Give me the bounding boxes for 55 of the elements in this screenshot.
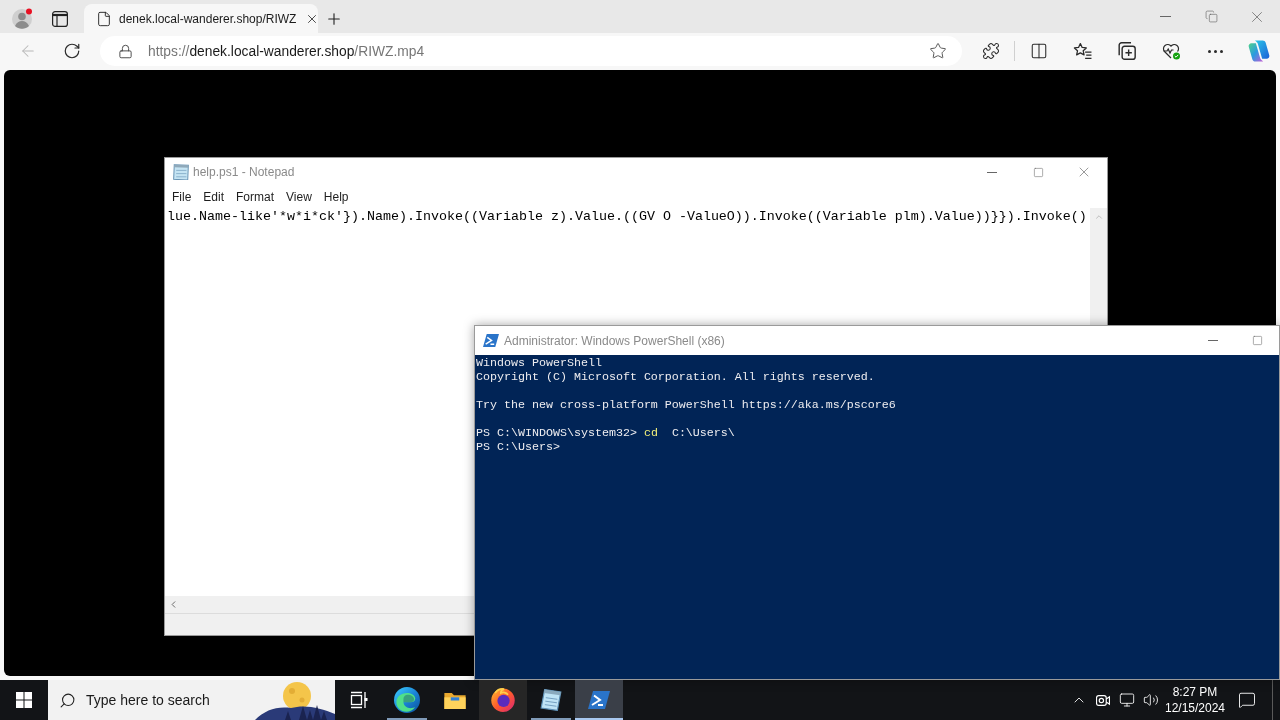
windows-logo-icon [16,692,32,708]
clock-time[interactable]: 8:27 PM [1172,684,1218,700]
edge-logo-icon [394,687,420,713]
camera-icon [1096,694,1110,706]
more-icon [1207,49,1223,53]
puzzle-icon [982,42,1000,60]
menu-item[interactable]: View [280,187,318,207]
search-field[interactable]: Type here to search [48,680,335,720]
window-title: help.ps1 - Notepad [193,165,295,179]
window-layout-icon [52,10,68,27]
firefox-logo-icon [491,688,515,712]
gradient-logo-icon [1248,40,1270,62]
minimize-icon [1159,16,1171,17]
browser-tab[interactable]: denek.local-wanderer.shop/RIWZ [84,4,318,33]
scroll-up-icon [1093,212,1104,222]
notepad-icon [173,164,189,180]
folder-icon [444,691,466,709]
console-line: Windows PowerShell [476,356,603,370]
profile-avatar-icon [11,7,33,30]
heart-pulse-icon [1161,41,1181,61]
minimize-icon [1208,340,1218,341]
console-line: Try the new cross-platform PowerShell https://aka.ms/pscore6 [476,398,897,412]
minimize-icon [987,171,997,173]
menu-item[interactable]: File [166,187,198,207]
console-line: Copyright (C) Microsoft Corporation. All rights reserved. [476,370,876,384]
monitor-icon [1119,692,1135,708]
refresh-icon [63,42,81,60]
volume-icon [1143,692,1159,708]
lock-icon [118,43,133,59]
maximize-icon [1251,335,1263,346]
split-screen-icon [1030,42,1048,60]
code-line: lue.Name-like'*w*i*ck'}).Name).Invoke((Variable z).Value.((GV O -ValueO)).Invoke((Variable plm).Value))}}).Invoke() [167,208,1088,225]
notifications-icon [1238,691,1256,709]
clock-date[interactable]: 12/15/2024 [1164,700,1226,716]
menu-item[interactable]: Edit [197,187,231,207]
window-title: Administrator: Windows PowerShell (x86) [504,333,725,348]
powershell-icon [588,691,610,709]
console-line: PS C:\WINDOWS\system32> cd C:\Users\ [476,426,736,440]
taskbar-app-button[interactable] [575,680,623,720]
stacked-squares-plus-icon [1118,42,1136,60]
console-line: PS C:\Users> [476,440,561,454]
star-icon [929,42,947,60]
address-bar[interactable]: https://denek.local-wanderer.shop/RIWZ.mp4 [100,36,962,66]
taskbar-app-button[interactable] [479,680,527,720]
restore-icon [1204,10,1218,23]
search-icon [59,691,76,709]
url-text[interactable]: https://denek.local-wanderer.shop/RIWZ.mp4 [148,43,909,59]
page-icon [96,10,112,27]
notepad-icon [540,689,562,711]
menu-item[interactable]: Help [317,187,355,207]
powershell-icon [483,334,499,347]
menu-item[interactable]: Format [230,187,281,207]
star-list-icon [1073,42,1093,60]
maximize-icon [1032,166,1044,178]
task-view-icon [350,691,368,709]
